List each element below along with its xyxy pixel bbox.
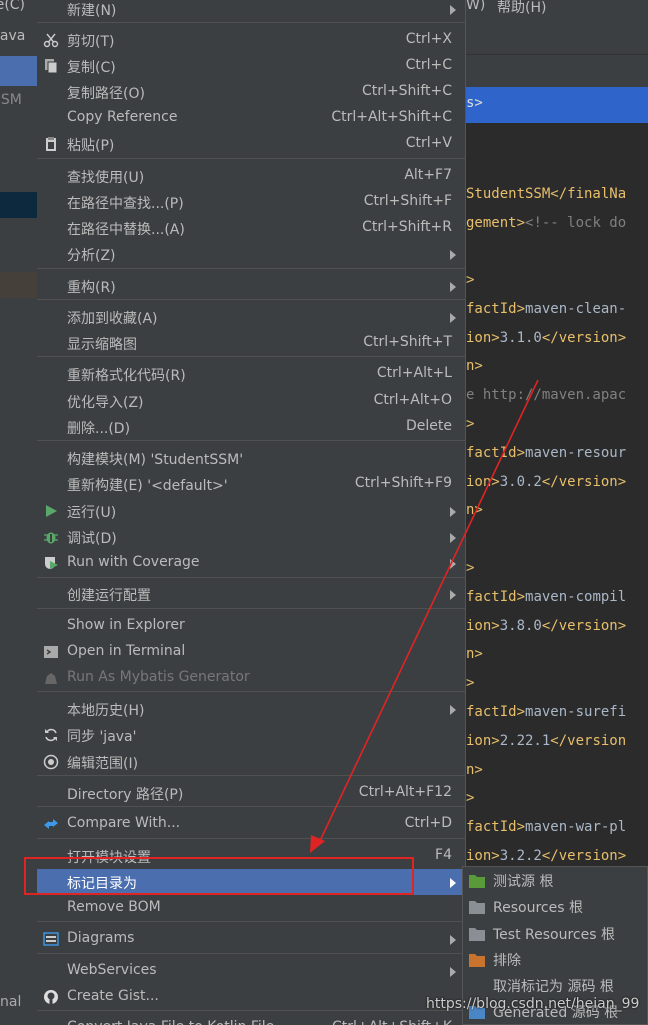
watermark: https://blog.csdn.net/heian_99 [426,996,640,1012]
annotation-arrow [310,379,539,853]
screen: œ(C) java SSM nal W) 帮助(H) s> StudentSSM… [0,0,648,1025]
